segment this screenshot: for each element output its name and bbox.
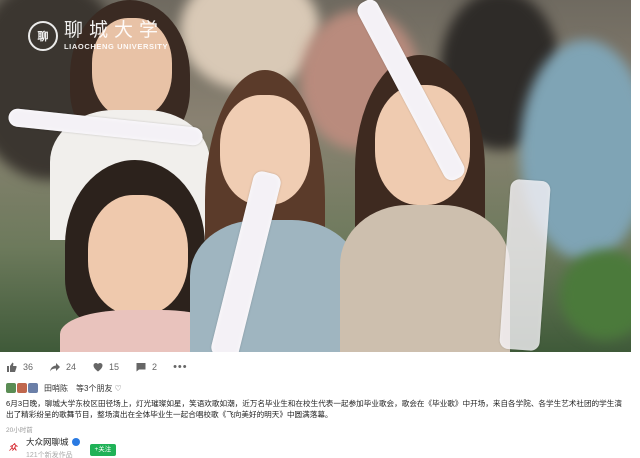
follow-button[interactable]: +关注 <box>89 444 117 456</box>
share-count: 24 <box>66 362 77 372</box>
favorite-button[interactable]: 15 <box>92 361 119 373</box>
post-timestamp: 20小时前 <box>6 427 33 434</box>
share-arrow-icon <box>50 363 61 372</box>
university-seal-icon: 聊 <box>28 21 58 51</box>
like-button[interactable]: 36 <box>6 361 33 373</box>
comment-button[interactable]: 2 <box>135 361 157 373</box>
share-button[interactable]: 24 <box>49 361 76 373</box>
friends-liked-line[interactable]: 田哨陈 等3个朋友 ♡ <box>6 382 122 394</box>
author-avatar[interactable]: 众 <box>4 438 22 456</box>
avatar <box>28 383 38 393</box>
author-subtitle: 121个新发作品 <box>26 452 73 458</box>
crowd-blur <box>560 250 631 340</box>
comment-count: 2 <box>152 362 158 372</box>
heart-icon <box>93 363 103 372</box>
avatar <box>17 383 27 393</box>
verified-badge-icon <box>71 438 80 446</box>
avatar <box>6 383 16 393</box>
post-action-bar: 36 24 15 2 ••• <box>0 357 631 377</box>
heart-outline-icon: ♡ <box>114 383 122 393</box>
person-center <box>190 70 360 352</box>
thumb-up-icon <box>7 362 17 372</box>
author-name[interactable]: 大众网聊城 <box>26 436 69 448</box>
university-logo-watermark: 聊 聊城大学 LIAOCHENG UNIVERSITY <box>28 16 178 56</box>
more-options-button[interactable]: ••• <box>173 361 188 373</box>
friend-avatars <box>6 383 39 393</box>
post-caption: 6月3日晚，聊城大学东校区田径场上，灯光璀璨如星，笑语欢歌如潮，近万名毕业生和在… <box>6 399 622 419</box>
logo-cn-text: 聊城大学 <box>64 19 165 42</box>
favorite-count: 15 <box>109 362 120 372</box>
author-block: 众 大众网聊城 121个新发作品 +关注 <box>4 436 117 458</box>
like-count: 36 <box>23 362 34 372</box>
author-logo-mark: 众 <box>9 442 17 452</box>
comment-icon <box>136 363 146 372</box>
person-right <box>340 55 520 352</box>
post-photo[interactable]: 聊 聊城大学 LIAOCHENG UNIVERSITY <box>0 0 631 352</box>
friend-name[interactable]: 田哨陈 <box>44 383 68 394</box>
friends-count-text: 等3个朋友 <box>76 383 113 393</box>
logo-en-text: LIAOCHENG UNIVERSITY <box>64 42 169 52</box>
